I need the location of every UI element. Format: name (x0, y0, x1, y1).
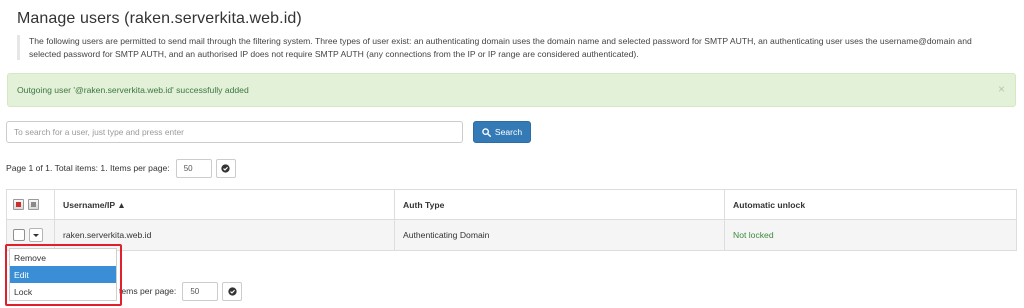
items-per-page-apply-button[interactable] (215, 158, 236, 178)
page-title: Manage users (raken.serverkita.web.id) (17, 10, 302, 27)
close-icon[interactable]: × (998, 82, 1005, 96)
pagination-summary-bottom: tems per page: (119, 286, 177, 296)
bulk-actions-cell (7, 190, 55, 219)
search-input[interactable] (6, 121, 463, 143)
alert-message: Outgoing user '@raken.serverkita.web.id'… (17, 85, 249, 95)
items-per-page-input[interactable] (175, 158, 212, 178)
caret-down-icon (33, 233, 39, 237)
row-actions-menu: Remove Edit Lock (9, 248, 117, 301)
deselect-all-icon[interactable] (28, 199, 39, 210)
pagination-top: Page 1 of 1. Total items: 1. Items per p… (6, 158, 236, 178)
pagination-summary: Page 1 of 1. Total items: 1. Items per p… (6, 163, 170, 173)
check-circle-icon (221, 163, 230, 173)
menu-item-edit[interactable]: Edit (10, 266, 116, 283)
column-header-auth-type[interactable]: Auth Type (395, 190, 725, 219)
cell-username: raken.serverkita.web.id (55, 220, 395, 250)
check-circle-icon (228, 286, 237, 296)
row-actions-dropdown-button[interactable] (29, 228, 43, 242)
menu-item-lock[interactable]: Lock (10, 283, 116, 300)
pagination-bottom: tems per page: (119, 281, 243, 301)
row-checkbox[interactable] (13, 229, 25, 241)
table-header-row: Username/IP ▲ Auth Type Automatic unlock (7, 190, 1016, 220)
search-icon (482, 127, 491, 137)
items-per-page-input-bottom[interactable] (182, 281, 219, 301)
column-header-username[interactable]: Username/IP ▲ (55, 190, 395, 219)
page-description: The following users are permitted to sen… (17, 35, 972, 60)
menu-item-remove[interactable]: Remove (10, 249, 116, 266)
users-table: Username/IP ▲ Auth Type Automatic unlock… (6, 189, 1017, 251)
table-row: raken.serverkita.web.id Authenticating D… (7, 220, 1016, 250)
items-per-page-apply-button-bottom[interactable] (222, 281, 243, 301)
search-button-label: Search (494, 127, 523, 137)
column-header-automatic-unlock[interactable]: Automatic unlock (725, 190, 1016, 219)
success-alert: Outgoing user '@raken.serverkita.web.id'… (7, 73, 1016, 107)
cell-automatic-unlock: Not locked (733, 230, 774, 240)
search-button[interactable]: Search (473, 121, 531, 143)
cell-auth-type: Authenticating Domain (395, 220, 725, 250)
row-actions-cell (7, 220, 55, 250)
select-all-icon[interactable] (13, 199, 24, 210)
